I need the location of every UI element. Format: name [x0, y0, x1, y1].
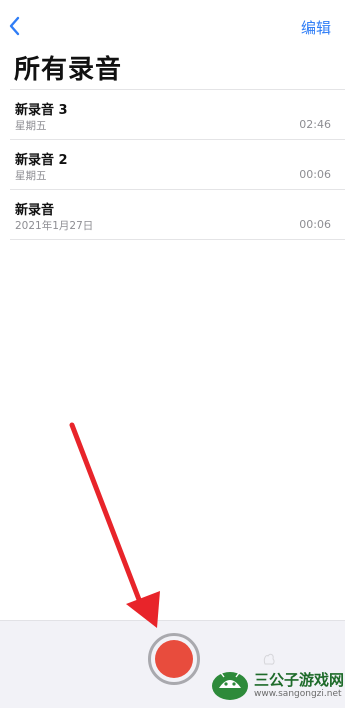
edit-button[interactable]: 编辑	[301, 17, 331, 38]
voice-memos-screen: 编辑 所有录音 新录音 3 星期五 02:46 新录音 2 星期五 00:06 …	[0, 0, 345, 708]
recording-row[interactable]: 新录音 2 星期五 00:06	[10, 140, 345, 190]
recordings-list: 新录音 3 星期五 02:46 新录音 2 星期五 00:06 新录音 2021…	[10, 89, 345, 240]
recording-date: 星期五	[15, 120, 47, 132]
recording-duration: 02:46	[299, 118, 331, 131]
recording-duration: 00:06	[299, 168, 331, 181]
recording-title: 新录音 2	[15, 153, 68, 168]
recording-duration: 00:06	[299, 218, 331, 231]
recording-title: 新录音 3	[15, 103, 68, 118]
recording-date: 2021年1月27日	[15, 220, 94, 232]
record-icon	[155, 640, 193, 678]
decorative-shape-icon	[263, 653, 275, 665]
recording-row[interactable]: 新录音 3 星期五 02:46	[10, 90, 345, 140]
page-title: 所有录音	[14, 55, 123, 85]
recording-date: 星期五	[15, 170, 47, 182]
record-button[interactable]	[148, 633, 200, 685]
recording-row[interactable]: 新录音 2021年1月27日 00:06	[10, 190, 345, 240]
chevron-left-icon	[9, 16, 20, 36]
navigation-bar: 编辑	[0, 0, 345, 50]
back-button[interactable]	[6, 14, 26, 38]
recording-title: 新录音	[15, 203, 55, 218]
